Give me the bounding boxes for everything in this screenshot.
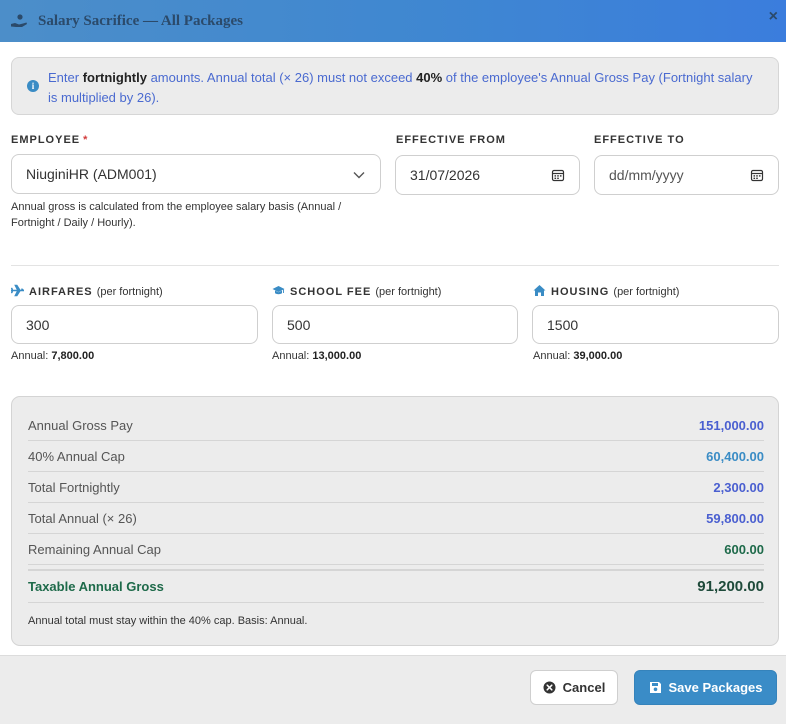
home-icon [533,285,546,296]
required-mark: * [83,134,89,146]
airfares-annual-value: 7,800.00 [51,350,95,362]
summary-row-value: 151,000.00 [698,417,764,433]
summary-row-annual-gross: Annual Gross Pay 151,000.00 [28,410,764,441]
housing-input[interactable]: 1500 [532,305,779,344]
summary-row-name: Total Annual (× 26) [28,510,137,526]
school-fee-annual-value: 13,000.00 [312,350,362,362]
summary-row-taxable-gross: Taxable Annual Gross 91,200.00 [28,569,764,603]
employee-helper-text: Annual gross is calculated from the empl… [11,201,342,229]
effective-to-placeholder: dd/mm/yyyy [609,167,684,183]
section-divider [11,265,779,266]
airfares-label-text: AIRFARES [29,286,93,298]
employee-select[interactable]: NiuginiHR (ADM001) [11,154,381,194]
school-fee-value: 500 [287,316,311,333]
info-text-2: amounts. Annual total (× 26) must not ex… [146,70,417,85]
save-packages-button[interactable]: Save Packages [634,670,777,705]
calendar-icon[interactable] [551,168,565,182]
employee-label-text: EMPLOYEE [11,134,81,146]
cancel-button[interactable]: Cancel [530,670,618,705]
summary-row-total-fortnightly: Total Fortnightly 2,300.00 [28,472,764,503]
save-icon [649,682,661,693]
summary-row-annual-cap: 40% Annual Cap 60,400.00 [28,441,764,472]
graduation-cap-icon [272,286,285,295]
info-bold-fortnightly: fortnightly [82,70,147,85]
times-circle-icon [543,681,556,694]
school-fee-label-text: SCHOOL FEE [290,286,372,298]
summary-row-remaining-cap: Remaining Annual Cap 600.00 [28,534,764,565]
save-button-label: Save Packages [668,680,763,695]
housing-label-sub: (per fortnight) [613,286,680,298]
summary-row-name: Total Fortnightly [28,479,120,495]
chevron-down-icon [353,172,365,179]
summary-row-value: 2,300.00 [713,479,764,495]
summary-final-name: Taxable Annual Gross [28,579,164,594]
info-bold-percent: 40% [416,70,443,85]
summary-row-name: Annual Gross Pay [28,417,133,433]
employee-select-value: NiuginiHR (ADM001) [26,166,157,182]
summary-row-total-annual: Total Annual (× 26) 59,800.00 [28,503,764,534]
summary-row-name: Remaining Annual Cap [28,541,161,557]
effective-from-value: 31/07/2026 [410,167,481,183]
close-icon[interactable]: × [769,9,778,25]
school-fee-annual: Annual: 13,000.00 [272,350,361,362]
airfares-annual-label: Annual: [11,350,49,362]
housing-annual-label: Annual: [533,350,571,362]
effective-from-input[interactable]: 31/07/2026 [395,155,580,195]
airfares-value: 300 [26,316,50,333]
cancel-button-label: Cancel [562,680,606,695]
info-text-1: Enter [48,70,83,85]
info-alert: i Enter fortnightly amounts. Annual tota… [11,57,779,115]
summary-row-value: 60,400.00 [706,448,764,464]
effective-to-label: EFFECTIVE TO [594,134,685,146]
housing-label: HOUSING (per fortnight) [533,284,679,298]
summary-final-value: 91,200.00 [697,578,764,595]
calendar-icon[interactable] [750,168,764,182]
summary-row-value: 600.00 [724,541,764,557]
modal-header: Salary Sacrifice — All Packages × [0,0,786,42]
effective-from-label: EFFECTIVE FROM [396,134,506,146]
plane-icon [11,284,24,297]
airfares-annual: Annual: 7,800.00 [11,350,94,362]
school-fee-input[interactable]: 500 [272,305,518,344]
summary-note: Annual total must stay within the 40% ca… [28,615,308,627]
info-icon: i [27,80,39,92]
summary-row-name: 40% Annual Cap [28,448,125,464]
modal-title: Salary Sacrifice — All Packages [38,12,243,29]
effective-to-input[interactable]: dd/mm/yyyy [594,155,779,195]
airfares-input[interactable]: 300 [11,305,258,344]
housing-annual-value: 39,000.00 [573,350,623,362]
summary-row-value: 59,800.00 [706,510,764,526]
hand-holding-icon [11,14,27,27]
housing-value: 1500 [547,316,579,333]
housing-label-text: HOUSING [551,286,610,298]
airfares-label-sub: (per fortnight) [96,286,163,298]
housing-annual: Annual: 39,000.00 [533,350,622,362]
school-fee-label: SCHOOL FEE (per fortnight) [272,284,441,298]
school-fee-annual-label: Annual: [272,350,310,362]
school-fee-label-sub: (per fortnight) [375,286,442,298]
airfares-label: AIRFARES (per fortnight) [11,284,163,298]
summary-panel: Annual Gross Pay 151,000.00 40% Annual C… [11,396,779,646]
employee-label: EMPLOYEE * [11,134,88,146]
